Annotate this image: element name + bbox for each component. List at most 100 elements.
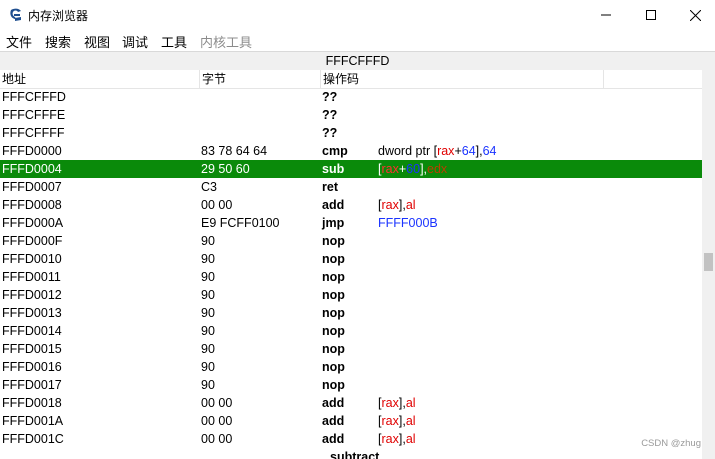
- row-address: FFFD001A: [2, 414, 64, 428]
- row-opcode: add: [322, 396, 345, 410]
- row-operands: [rax],al: [378, 412, 416, 430]
- operand-token: al: [405, 396, 416, 410]
- operand-token: rax: [437, 144, 455, 158]
- row-bytes: 90: [201, 324, 215, 338]
- row-bytes: 90: [201, 360, 215, 374]
- operand-token: rax: [381, 414, 399, 428]
- operand-token: ],: [475, 144, 483, 158]
- row-opcode: nop: [322, 270, 345, 284]
- row-opcode: sub: [322, 162, 345, 176]
- row-opcode: add: [322, 432, 345, 446]
- vertical-scrollbar[interactable]: [702, 70, 715, 459]
- operand-token: ],: [398, 414, 406, 428]
- menu-bar: 文件 搜索 视图 调试 工具 内核工具: [0, 30, 715, 50]
- row-address: FFFD0004: [2, 162, 62, 176]
- operand-token: al: [405, 432, 416, 446]
- minimize-icon: [601, 14, 611, 16]
- table-row[interactable]: FFFD0013 90 nop: [0, 304, 702, 322]
- row-operands: [rax],al: [378, 394, 416, 412]
- row-address: FFFD0011: [2, 270, 61, 284]
- table-row[interactable]: FFFD0011 90 nop: [0, 268, 702, 286]
- column-header: 地址 字节 操作码: [0, 70, 702, 89]
- table-row[interactable]: FFFD0012 90 nop: [0, 286, 702, 304]
- menu-tools[interactable]: 工具: [161, 32, 187, 51]
- maximize-button[interactable]: [628, 0, 674, 30]
- address-bar[interactable]: FFFCFFFD: [0, 51, 715, 71]
- row-address: FFFD0010: [2, 252, 62, 266]
- maximize-icon: [646, 10, 656, 20]
- table-row[interactable]: FFFD0000 83 78 64 64 cmp dword ptr [rax+64]…: [0, 142, 702, 160]
- row-address: FFFD0012: [2, 288, 62, 302]
- row-opcode: ??: [322, 126, 338, 140]
- table-row[interactable]: FFFD0018 00 00 add [rax],al: [0, 394, 702, 412]
- table-row[interactable]: FFFD0014 90 nop: [0, 322, 702, 340]
- table-row[interactable]: FFFD0007 C3 ret: [0, 178, 702, 196]
- row-address: FFFD0016: [2, 360, 62, 374]
- table-row[interactable]: FFFD000F 90 nop: [0, 232, 702, 250]
- column-opcode[interactable]: 操作码: [321, 70, 604, 88]
- table-row[interactable]: FFFD001C 00 00 add [rax],al: [0, 430, 702, 448]
- row-address: FFFD0014: [2, 324, 62, 338]
- operand-token: 60: [406, 162, 421, 176]
- row-opcode: subtract: [330, 450, 380, 459]
- table-row[interactable]: FFFD0008 00 00 add [rax],al: [0, 196, 702, 214]
- minimize-button[interactable]: [583, 0, 629, 30]
- table-row[interactable]: FFFD001A 00 00 add [rax],al: [0, 412, 702, 430]
- row-opcode: nop: [322, 288, 345, 302]
- operand-token: +: [454, 144, 462, 158]
- disassembly-list[interactable]: FFFCFFFD?? FFFCFFFE?? FFFCFFFF?? FFFD0000 83…: [0, 88, 702, 459]
- table-row[interactable]: FFFD0017 90 nop: [0, 376, 702, 394]
- row-bytes: E9 FCFF0100: [201, 216, 280, 230]
- row-opcode: nop: [322, 378, 345, 392]
- row-bytes: 90: [201, 306, 215, 320]
- table-row[interactable]: FFFD000A E9 FCFF0100 jmp FFFF000B: [0, 214, 702, 232]
- row-opcode: nop: [322, 252, 345, 266]
- table-row[interactable]: FFFD0016 90 nop: [0, 358, 702, 376]
- row-opcode: add: [322, 414, 345, 428]
- operand-token: FFFF000B: [378, 216, 438, 230]
- operand-token: al: [405, 198, 416, 212]
- row-bytes: 00 00: [201, 396, 233, 410]
- title-bar: 内存浏览器: [0, 0, 715, 30]
- operand-token: ],: [398, 432, 406, 446]
- column-bytes[interactable]: 字节: [200, 70, 321, 88]
- row-opcode: ??: [322, 108, 338, 122]
- row-operands: dword ptr [rax+64],64: [378, 142, 497, 160]
- close-button[interactable]: [672, 0, 715, 30]
- watermark: CSDN @zhug: [641, 438, 701, 449]
- row-operands: [rax],al: [378, 430, 416, 448]
- row-address: FFFCFFFD: [2, 90, 66, 104]
- menu-kernel-tools[interactable]: 内核工具: [200, 32, 252, 51]
- row-bytes: 90: [201, 378, 215, 392]
- row-operands: [rax],al: [378, 196, 416, 214]
- table-row-selected[interactable]: FFFD0004 29 50 60 sub [rax+60],edx: [0, 160, 702, 178]
- menu-debug[interactable]: 调试: [122, 32, 148, 51]
- row-address: FFFCFFFF: [2, 126, 65, 140]
- operand-token: ],: [398, 198, 406, 212]
- row-bytes: 90: [201, 342, 215, 356]
- operand-token: dword ptr [: [378, 144, 438, 158]
- table-row[interactable]: FFFCFFFE??: [0, 106, 702, 124]
- column-address[interactable]: 地址: [0, 70, 200, 88]
- table-row[interactable]: FFFCFFFD??: [0, 88, 702, 106]
- row-opcode: ret: [322, 180, 338, 194]
- scrollbar-thumb[interactable]: [704, 253, 713, 271]
- table-row-partial[interactable]: subtract: [0, 448, 702, 459]
- operand-token: edx: [427, 162, 448, 176]
- operand-token: rax: [381, 432, 399, 446]
- operand-token: ],: [420, 162, 428, 176]
- table-row[interactable]: FFFD0010 90 nop: [0, 250, 702, 268]
- row-bytes: 90: [201, 234, 215, 248]
- menu-file[interactable]: 文件: [6, 32, 32, 51]
- menu-search[interactable]: 搜索: [45, 32, 71, 51]
- row-address: FFFD001C: [2, 432, 64, 446]
- operand-token: rax: [381, 198, 399, 212]
- operand-token: 64: [482, 144, 497, 158]
- row-address: FFFD0015: [2, 342, 62, 356]
- app-icon: [10, 8, 21, 21]
- table-row[interactable]: FFFCFFFF??: [0, 124, 702, 142]
- row-address: FFFD000F: [2, 234, 63, 248]
- row-opcode: ??: [322, 90, 338, 104]
- menu-view[interactable]: 视图: [84, 32, 110, 51]
- table-row[interactable]: FFFD0015 90 nop: [0, 340, 702, 358]
